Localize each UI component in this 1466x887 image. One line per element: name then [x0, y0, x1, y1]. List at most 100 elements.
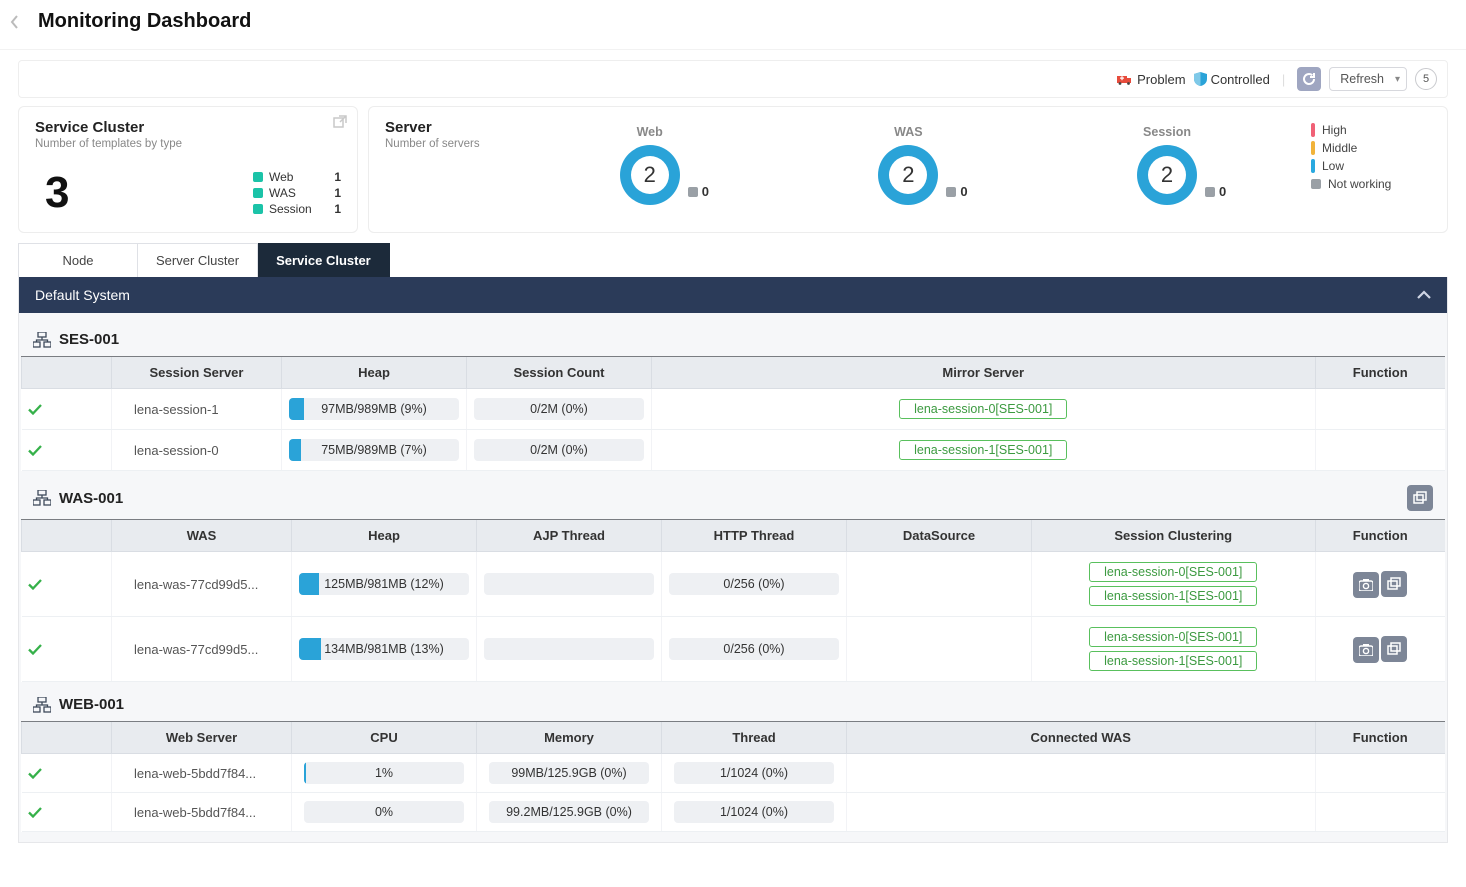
col-status: [22, 357, 112, 389]
controlled-indicator[interactable]: Controlled: [1194, 72, 1270, 87]
col-connected-was: Connected WAS: [847, 722, 1316, 754]
notworking-indicator: 0: [688, 184, 709, 199]
progress-bar: 99.2MB/125.9GB (0%): [489, 801, 649, 823]
notworking-indicator: 0: [1205, 184, 1226, 199]
col-function: Function: [1315, 357, 1445, 389]
section-header-was: WAS-001: [19, 471, 1447, 519]
open-window-button[interactable]: [1381, 571, 1407, 597]
tab-server-cluster[interactable]: Server Cluster: [138, 243, 258, 277]
progress-text: 75MB/989MB (7%): [289, 439, 459, 461]
donut-chart: 2: [878, 145, 938, 205]
session-cluster-chip[interactable]: lena-session-1[SES-001]: [1089, 586, 1257, 606]
collapse-button[interactable]: [1417, 290, 1431, 300]
server-name[interactable]: lena-was-77cd99d5...: [112, 552, 292, 617]
donut-label: WAS: [894, 125, 922, 139]
progress-bar: 99MB/125.9GB (0%): [489, 762, 649, 784]
legend-label: Not working: [1328, 177, 1391, 191]
progress-bar: 0/256 (0%): [669, 638, 839, 660]
progress-text: 134MB/981MB (13%): [299, 638, 469, 660]
session-cluster-chip[interactable]: lena-session-0[SES-001]: [1089, 627, 1257, 647]
back-button[interactable]: [6, 13, 24, 31]
session-cluster-chip[interactable]: lena-session-1[SES-001]: [1089, 651, 1257, 671]
status-ok-icon: [28, 579, 106, 590]
problem-indicator[interactable]: Problem: [1117, 72, 1185, 87]
donut-chart: 2: [1137, 145, 1197, 205]
col-session-count: Session Count: [467, 357, 652, 389]
card-title: Service Cluster: [35, 119, 341, 136]
refresh-interval-select[interactable]: Refresh: [1329, 67, 1407, 91]
chevron-left-icon: [10, 15, 20, 29]
col-cpu: CPU: [292, 722, 477, 754]
mirror-server-chip[interactable]: lena-session-0[SES-001]: [899, 399, 1067, 419]
server-name[interactable]: lena-was-77cd99d5...: [112, 617, 292, 682]
status-ok-icon: [28, 768, 106, 779]
progress-text: 0/256 (0%): [669, 573, 839, 595]
refresh-now-button[interactable]: [1297, 67, 1321, 91]
open-window-button[interactable]: [1381, 636, 1407, 662]
col-heap: Heap: [292, 520, 477, 552]
col-function: Function: [1315, 722, 1445, 754]
tab-node[interactable]: Node: [18, 243, 138, 277]
notworking-indicator: 0: [946, 184, 967, 199]
server-donut: WAS 2 0: [878, 125, 967, 205]
refresh-interval-label: Refresh: [1340, 72, 1384, 86]
donut-value: 2: [902, 162, 914, 188]
top-toolbar: Problem Controlled | Refresh 5: [18, 60, 1448, 98]
progress-text: 0%: [304, 801, 464, 823]
legend-label: Low: [1322, 159, 1344, 173]
notworking-icon: [688, 187, 698, 197]
popout-button[interactable]: [333, 115, 347, 129]
legend-label: Web: [269, 170, 321, 184]
service-cluster-card: Service Cluster Number of templates by t…: [18, 106, 358, 233]
legend-label: Session: [269, 202, 321, 216]
server-name[interactable]: lena-web-5bdd7f84...: [112, 754, 292, 793]
server-card: Server Number of servers Web 2 0 WAS 2 0: [368, 106, 1448, 233]
server-name[interactable]: lena-session-0: [112, 430, 282, 471]
card-subtitle: Number of servers: [385, 138, 535, 150]
cluster-icon: [33, 697, 51, 713]
shield-icon: [1194, 72, 1207, 86]
system-panel-header[interactable]: Default System: [19, 277, 1447, 313]
progress-bar: [484, 573, 654, 595]
progress-bar: 0/2M (0%): [474, 439, 644, 461]
cluster-tabs: Node Server Cluster Service Cluster: [18, 243, 1448, 277]
col-http: HTTP Thread: [662, 520, 847, 552]
level-low-icon: [1311, 159, 1315, 173]
tab-service-cluster[interactable]: Service Cluster: [258, 243, 390, 277]
status-ok-icon: [28, 404, 106, 415]
level-high-icon: [1311, 123, 1315, 137]
multi-window-button[interactable]: [1407, 485, 1433, 511]
progress-text: 0/2M (0%): [474, 398, 644, 420]
ambulance-icon: [1117, 73, 1133, 85]
server-donut: Web 2 0: [620, 125, 709, 205]
snapshot-button[interactable]: [1353, 637, 1379, 663]
mirror-server-chip[interactable]: lena-session-1[SES-001]: [899, 440, 1067, 460]
donut-value: 2: [1161, 162, 1173, 188]
progress-bar: 134MB/981MB (13%): [299, 638, 469, 660]
session-cluster-chip[interactable]: lena-session-0[SES-001]: [1089, 562, 1257, 582]
legend-dot-icon: [253, 172, 263, 182]
col-status: [22, 722, 112, 754]
snapshot-button[interactable]: [1353, 572, 1379, 598]
notworking-icon: [1205, 187, 1215, 197]
notworking-count: 0: [1219, 184, 1226, 199]
donut-label: Web: [637, 125, 663, 139]
legend-dot-icon: [253, 204, 263, 214]
table-row: lena-session-0 75MB/989MB (7%) 0/2M (0%)…: [22, 430, 1446, 471]
progress-text: 1%: [304, 762, 464, 784]
server-name[interactable]: lena-session-1: [112, 389, 282, 430]
table-row: lena-was-77cd99d5... 125MB/981MB (12%) 0…: [22, 552, 1446, 617]
col-was: WAS: [112, 520, 292, 552]
col-function: Function: [1315, 520, 1445, 552]
status-ok-icon: [28, 644, 106, 655]
progress-bar: [484, 638, 654, 660]
section-header-ses: SES-001: [19, 317, 1447, 356]
legend-dot-icon: [253, 188, 263, 198]
server-name[interactable]: lena-web-5bdd7f84...: [112, 793, 292, 832]
donut-label: Session: [1143, 125, 1191, 139]
was-table: WAS Heap AJP Thread HTTP Thread DataSour…: [21, 519, 1445, 682]
progress-bar: 0/256 (0%): [669, 573, 839, 595]
donut-value: 2: [644, 162, 656, 188]
col-heap: Heap: [282, 357, 467, 389]
table-row: lena-session-1 97MB/989MB (9%) 0/2M (0%)…: [22, 389, 1446, 430]
